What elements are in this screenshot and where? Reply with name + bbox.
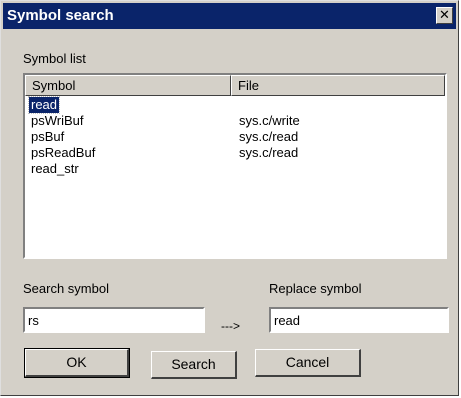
file-cell: sys.c/read — [239, 129, 299, 144]
ok-button[interactable]: OK — [24, 348, 130, 378]
cancel-button[interactable]: Cancel — [255, 349, 361, 377]
search-symbol-label: Search symbol — [23, 281, 109, 296]
symbol-cell: psWriBuf — [31, 113, 84, 128]
symbol-cell: read — [27, 96, 61, 114]
replace-symbol-input[interactable] — [269, 307, 449, 333]
list-item[interactable]: psBuf sys.c/read — [25, 129, 445, 145]
column-header-symbol[interactable]: Symbol — [25, 75, 231, 96]
close-icon: ✕ — [439, 7, 450, 22]
symbol-cell: read_str — [31, 161, 79, 176]
column-header-symbol-label: Symbol — [32, 78, 76, 93]
search-button[interactable]: Search — [151, 351, 237, 379]
column-header-file-label: File — [238, 78, 259, 93]
symbol-cell: psReadBuf — [31, 145, 96, 160]
list-item[interactable]: psWriBuf sys.c/write — [25, 113, 445, 129]
search-symbol-input[interactable] — [23, 307, 205, 333]
symbol-search-dialog: Symbol search ✕ Symbol list Symbol File … — [0, 0, 459, 396]
list-item[interactable]: read — [25, 96, 445, 114]
replace-symbol-label: Replace symbol — [269, 281, 362, 296]
title-bar[interactable]: Symbol search ✕ — [3, 3, 456, 29]
column-header-file[interactable]: File — [231, 75, 445, 96]
symbol-list-rows: read psWriBuf sys.c/write psBuf sys.c/re… — [25, 96, 445, 177]
file-cell: sys.c/read — [239, 145, 299, 160]
symbol-cell: psBuf — [31, 129, 65, 144]
dialog-title: Symbol search — [7, 7, 114, 24]
symbol-list-label: Symbol list — [23, 51, 86, 66]
symbol-list[interactable]: Symbol File read psWriBuf sys.c/write ps… — [23, 73, 447, 259]
list-item[interactable]: read_str — [25, 161, 445, 177]
list-item[interactable]: psReadBuf sys.c/read — [25, 145, 445, 161]
file-cell: sys.c/write — [239, 113, 300, 128]
close-button[interactable]: ✕ — [436, 7, 453, 24]
arrow-text: ---> — [221, 319, 240, 333]
